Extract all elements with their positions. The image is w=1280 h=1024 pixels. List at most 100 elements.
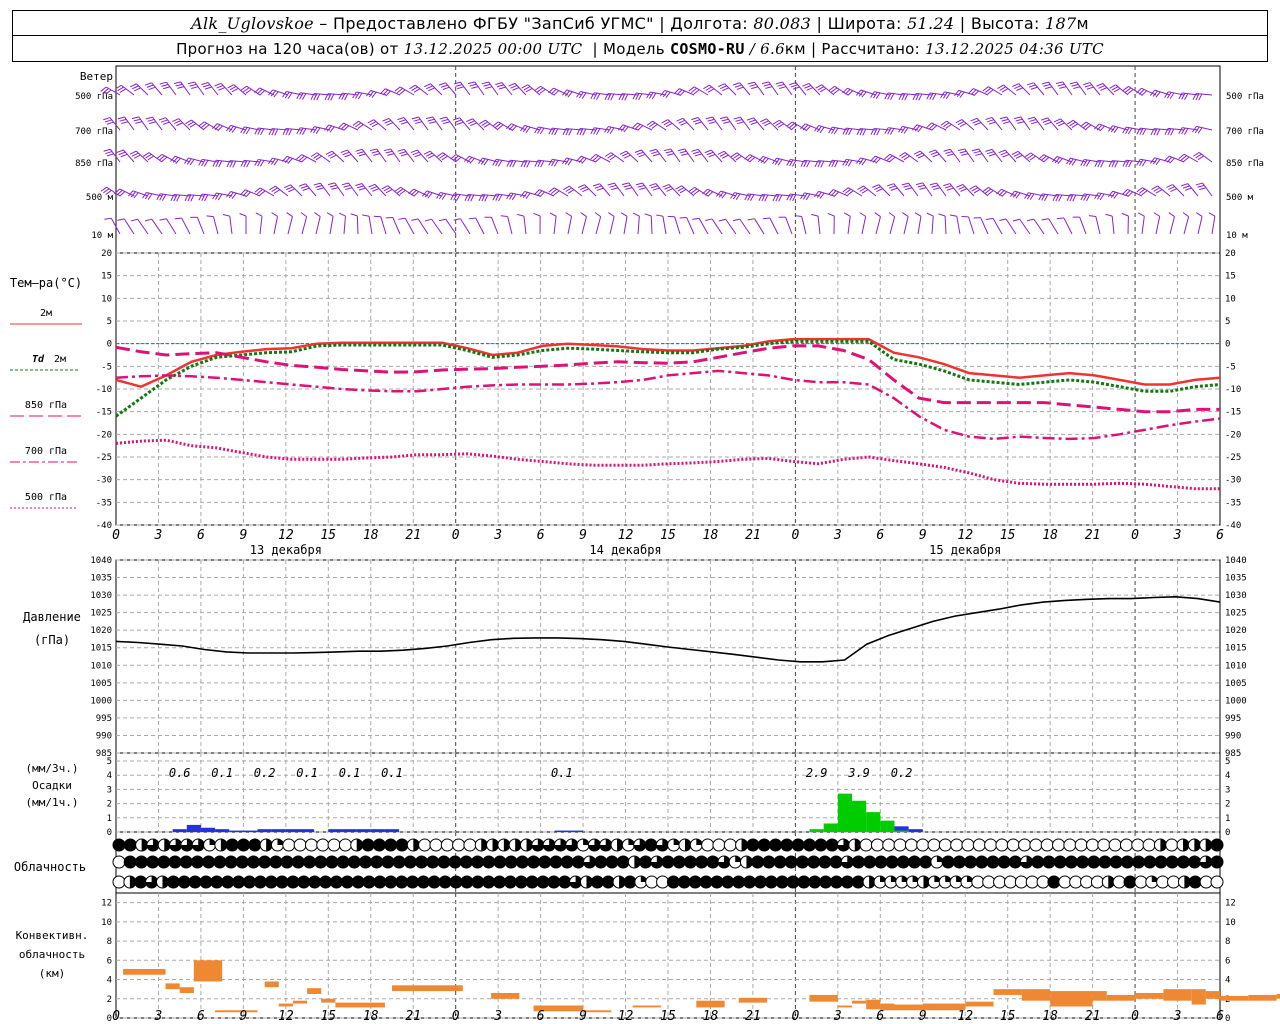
wind-barb-flag bbox=[1056, 217, 1064, 220]
wind-barb-shaft bbox=[404, 218, 415, 235]
wind-barb-flag bbox=[607, 182, 615, 186]
wind-barb-flag bbox=[397, 117, 405, 121]
wind-barb-flag bbox=[876, 128, 881, 136]
conv-cloud-bar bbox=[321, 998, 336, 1003]
wind-barb-flag bbox=[848, 128, 853, 136]
wind-barb-flag bbox=[720, 85, 727, 90]
conv-cloud-bar bbox=[1248, 994, 1277, 1001]
wind-barb-flag bbox=[957, 120, 965, 126]
cloud-symbol bbox=[971, 875, 985, 889]
wind-barb-flag bbox=[273, 189, 281, 194]
conv-cloud-bar bbox=[215, 1010, 258, 1013]
wind-barb-flag bbox=[453, 218, 461, 221]
precip-rain-bar bbox=[215, 829, 230, 832]
cloud-symbol-fill bbox=[384, 839, 397, 851]
wind-level-label-right: 500 м bbox=[1226, 193, 1254, 203]
wind-barb-flag bbox=[104, 119, 112, 123]
wind-barb-flag bbox=[438, 218, 446, 222]
wind-barb-flag bbox=[369, 121, 377, 126]
wind-barb-flag bbox=[479, 119, 486, 125]
wind-barb-flag bbox=[926, 212, 934, 217]
wind-barb-flag bbox=[232, 160, 237, 168]
cloud-symbol-fill bbox=[797, 876, 810, 888]
wind-barb-flag bbox=[189, 123, 197, 128]
precip-3h-total: 0.6 bbox=[169, 766, 191, 780]
wind-barb-flag bbox=[1015, 118, 1023, 122]
wind-barb-flag bbox=[734, 84, 742, 88]
wind-barb-flag bbox=[1083, 194, 1088, 201]
wind-barb-flag bbox=[302, 187, 310, 191]
wind-barb-flag bbox=[481, 121, 488, 126]
wind-barb-flag bbox=[765, 86, 773, 89]
cloud-symbol-fill bbox=[202, 856, 215, 868]
cloud-symbol-fill bbox=[337, 856, 350, 868]
wind-barb-flag bbox=[427, 118, 435, 122]
precip-rain-bar bbox=[370, 829, 385, 832]
wind-barb-flag bbox=[792, 86, 800, 90]
wind-barb-shaft bbox=[1095, 216, 1101, 235]
wind-barb-flag bbox=[987, 151, 995, 155]
conv-cloud-bar bbox=[193, 960, 223, 982]
cloud-symbol bbox=[723, 838, 737, 852]
cloud-symbol bbox=[418, 838, 432, 852]
wind-barb-flag bbox=[974, 122, 982, 126]
cloud-symbol-fill bbox=[236, 856, 249, 868]
cloud-symbol bbox=[950, 838, 964, 852]
conv-cloud-bar bbox=[179, 987, 194, 993]
wind-barb-flag bbox=[652, 187, 660, 191]
wind-barb-flag bbox=[721, 154, 729, 159]
cloud-symbol-fill bbox=[265, 876, 278, 888]
cloud-symbol bbox=[316, 838, 330, 852]
temp-tick-left: -15 bbox=[96, 408, 112, 418]
wind-barb-flag bbox=[134, 87, 141, 92]
cloud-symbol-fill bbox=[721, 876, 734, 888]
wind-barb-flag bbox=[943, 148, 951, 152]
legend-td-label: Td bbox=[32, 354, 45, 365]
precip-rain-bar bbox=[271, 829, 286, 832]
wind-barb-flag bbox=[634, 149, 642, 153]
wind-barb-flag bbox=[117, 218, 125, 221]
wind-barb-flag bbox=[398, 119, 406, 123]
temp-tick-left: -30 bbox=[96, 476, 112, 486]
cloud-title: Облачность bbox=[14, 860, 86, 874]
wind-barb-flag bbox=[257, 159, 262, 167]
wind-barb-flag bbox=[189, 83, 197, 87]
bottom-hour-tick: 15 bbox=[320, 1009, 336, 1024]
bottom-hour-tick: 12 bbox=[278, 1009, 294, 1024]
wind-barb-flag bbox=[175, 83, 183, 87]
cloud-symbol-fill bbox=[826, 839, 839, 851]
wind-barb-flag bbox=[426, 85, 433, 90]
wind-barb-shaft bbox=[356, 215, 359, 235]
bottom-hour-tick: 21 bbox=[1085, 1009, 1101, 1024]
wind-barb-flag bbox=[596, 93, 601, 100]
cloud-symbol-fill bbox=[1189, 876, 1202, 888]
wind-barb-flag bbox=[876, 188, 883, 193]
pres-tick-left: 1030 bbox=[90, 591, 112, 601]
wind-barb-flag bbox=[198, 193, 203, 201]
cloud-symbol-fill bbox=[226, 839, 239, 851]
wind-barb-flag bbox=[902, 212, 909, 217]
conv-tick-right: 0 bbox=[1225, 1014, 1230, 1024]
precip-rain-bar bbox=[356, 829, 371, 832]
wind-barb-flag bbox=[705, 218, 713, 221]
cloud-symbol-fill bbox=[493, 876, 506, 888]
cloud-symbol-fill bbox=[754, 876, 767, 888]
wind-barb-flag bbox=[239, 213, 247, 217]
conv-cloud-bar bbox=[852, 1000, 867, 1004]
wind-barb-flag bbox=[495, 194, 500, 201]
wind-barb-flag bbox=[495, 82, 503, 86]
wind-barb-flag bbox=[1170, 128, 1175, 136]
prec-tick-right: 3 bbox=[1225, 785, 1230, 795]
wind-barb-flag bbox=[665, 150, 673, 154]
wind-barb-flag bbox=[609, 184, 617, 188]
wind-barb-flag bbox=[778, 194, 783, 202]
panel-frame-prec bbox=[115, 752, 1221, 833]
wind-barb-shaft bbox=[931, 216, 934, 235]
wind-barb-flag bbox=[764, 122, 771, 127]
wind-barb-flag bbox=[693, 119, 700, 123]
wind-barb-flag bbox=[1086, 194, 1091, 202]
cloud-symbol bbox=[1074, 838, 1088, 852]
cloud-symbol-fill bbox=[710, 876, 723, 888]
wind-barb-flag bbox=[717, 150, 725, 155]
cloud-symbol-fill bbox=[221, 876, 234, 888]
